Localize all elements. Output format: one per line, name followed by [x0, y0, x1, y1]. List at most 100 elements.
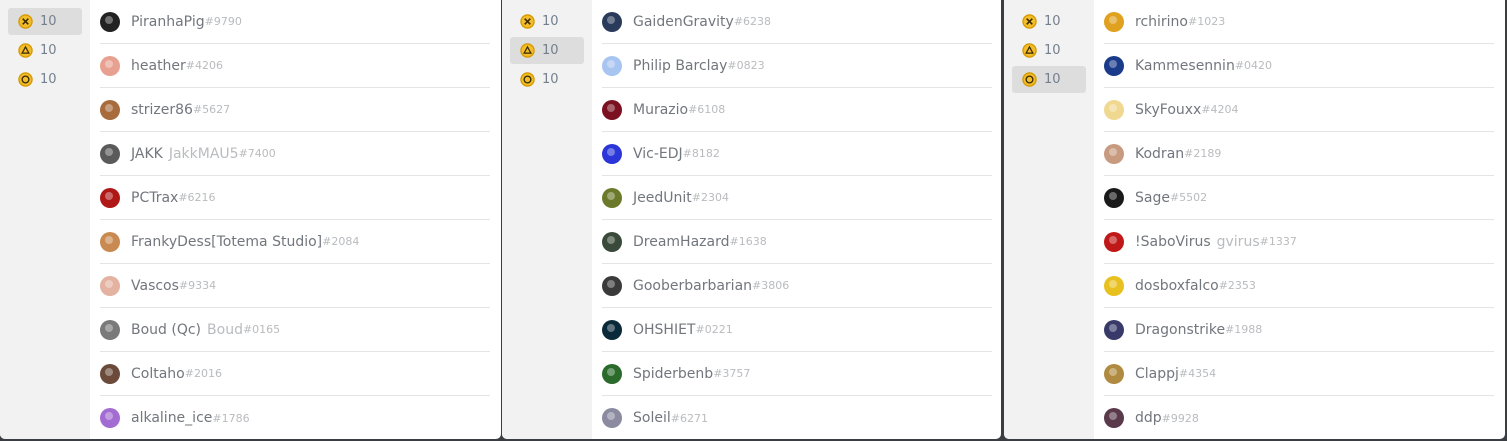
- user-name[interactable]: Gooberbarbarian: [633, 278, 752, 294]
- avatar[interactable]: [602, 11, 622, 32]
- user-name[interactable]: Murazio: [633, 102, 688, 118]
- user-name[interactable]: ddp: [1135, 410, 1162, 426]
- user-discriminator: #1337: [1259, 235, 1297, 248]
- user-name[interactable]: dosboxfalco: [1135, 278, 1219, 294]
- user-name[interactable]: heather: [131, 58, 186, 74]
- avatar[interactable]: [1104, 11, 1124, 32]
- reactor-row[interactable]: SkyFouxx #4204: [1104, 88, 1494, 132]
- user-name[interactable]: Kammesennin: [1135, 58, 1235, 74]
- reactor-row[interactable]: Coltaho #2016: [100, 352, 490, 396]
- avatar[interactable]: [1104, 231, 1124, 252]
- reactor-row[interactable]: JeedUnit #2304: [602, 176, 992, 220]
- reaction-tab-triangle-button[interactable]: 10: [1012, 37, 1086, 64]
- reactor-row[interactable]: !SaboVirus gvirus #1337: [1104, 220, 1494, 264]
- user-name[interactable]: GaidenGravity: [633, 14, 734, 30]
- reactor-row[interactable]: Dragonstrike #1988: [1104, 308, 1494, 352]
- avatar[interactable]: [100, 11, 120, 32]
- reactor-row[interactable]: dosboxfalco #2353: [1104, 264, 1494, 308]
- reactor-row[interactable]: Boud (Qc) Boud #0165: [100, 308, 490, 352]
- reaction-tab-cross-button[interactable]: 10: [8, 8, 82, 35]
- user-name[interactable]: JeedUnit: [633, 190, 692, 206]
- user-name[interactable]: JAKK: [131, 146, 163, 162]
- avatar[interactable]: [602, 363, 622, 384]
- user-name[interactable]: PiranhaPig: [131, 14, 205, 30]
- avatar[interactable]: [1104, 55, 1124, 76]
- avatar[interactable]: [1104, 187, 1124, 208]
- avatar[interactable]: [1104, 319, 1124, 340]
- reaction-tab-cross-button[interactable]: 10: [510, 8, 584, 35]
- avatar[interactable]: [100, 363, 120, 384]
- avatar[interactable]: [602, 143, 622, 164]
- avatar[interactable]: [602, 99, 622, 120]
- user-name[interactable]: Boud (Qc): [131, 322, 201, 338]
- user-name[interactable]: Clappj: [1135, 366, 1179, 382]
- avatar[interactable]: [1104, 143, 1124, 164]
- user-name[interactable]: !SaboVirus: [1135, 234, 1211, 250]
- avatar[interactable]: [100, 319, 120, 340]
- avatar[interactable]: [602, 187, 622, 208]
- avatar[interactable]: [100, 143, 120, 164]
- reactor-row[interactable]: Kodran #2189: [1104, 132, 1494, 176]
- reactor-row[interactable]: alkaline_ice #1786: [100, 396, 490, 439]
- user-name[interactable]: FrankyDess[Totema Studio]: [131, 234, 322, 250]
- reactor-row[interactable]: Philip Barclay #0823: [602, 44, 992, 88]
- user-name[interactable]: alkaline_ice: [131, 410, 212, 426]
- user-name[interactable]: SkyFouxx: [1135, 102, 1201, 118]
- avatar[interactable]: [100, 55, 120, 76]
- reactor-row[interactable]: Sage #5502: [1104, 176, 1494, 220]
- user-name[interactable]: strizer86: [131, 102, 193, 118]
- reactor-row[interactable]: Soleil #6271: [602, 396, 992, 439]
- reaction-tab-circle-button[interactable]: 10: [8, 66, 82, 93]
- reactor-row[interactable]: DreamHazard #1638: [602, 220, 992, 264]
- avatar[interactable]: [100, 231, 120, 252]
- avatar[interactable]: [1104, 99, 1124, 120]
- reactor-row[interactable]: rchirino #1023: [1104, 0, 1494, 44]
- reactor-row[interactable]: Spiderbenb #3757: [602, 352, 992, 396]
- reactor-row[interactable]: GaidenGravity #6238: [602, 0, 992, 44]
- reaction-tab-circle-button[interactable]: 10: [1012, 66, 1086, 93]
- reactor-row[interactable]: Gooberbarbarian #3806: [602, 264, 992, 308]
- reactor-row[interactable]: Kammesennin #0420: [1104, 44, 1494, 88]
- reaction-tab-circle-button[interactable]: 10: [510, 66, 584, 93]
- reactor-row[interactable]: strizer86 #5627: [100, 88, 490, 132]
- avatar[interactable]: [1104, 275, 1124, 296]
- avatar[interactable]: [602, 231, 622, 252]
- user-name[interactable]: Spiderbenb: [633, 366, 713, 382]
- reactor-row[interactable]: PCTrax #6216: [100, 176, 490, 220]
- reactor-row[interactable]: PiranhaPig #9790: [100, 0, 490, 44]
- reactor-row[interactable]: JAKK JakkMAU5 #7400: [100, 132, 490, 176]
- reactor-row[interactable]: ddp #9928: [1104, 396, 1494, 439]
- reactor-row[interactable]: Vic-EDJ #8182: [602, 132, 992, 176]
- reaction-tab-triangle-button[interactable]: 10: [8, 37, 82, 64]
- user-name[interactable]: Sage: [1135, 190, 1170, 206]
- reactor-row[interactable]: Clappj #4354: [1104, 352, 1494, 396]
- user-name[interactable]: Vic-EDJ: [633, 146, 683, 162]
- reactor-row[interactable]: Vascos #9334: [100, 264, 490, 308]
- avatar[interactable]: [100, 187, 120, 208]
- user-name[interactable]: Kodran: [1135, 146, 1184, 162]
- avatar[interactable]: [100, 99, 120, 120]
- reactor-row[interactable]: heather #4206: [100, 44, 490, 88]
- user-name[interactable]: rchirino: [1135, 14, 1188, 30]
- reaction-tab-triangle-button[interactable]: 10: [510, 37, 584, 64]
- avatar[interactable]: [602, 55, 622, 76]
- reactor-row[interactable]: OHSHIET #0221: [602, 308, 992, 352]
- reactor-row[interactable]: Murazio #6108: [602, 88, 992, 132]
- user-name[interactable]: Vascos: [131, 278, 179, 294]
- avatar[interactable]: [100, 408, 120, 428]
- user-name[interactable]: PCTrax: [131, 190, 178, 206]
- reactor-row[interactable]: FrankyDess[Totema Studio] #2084: [100, 220, 490, 264]
- avatar[interactable]: [100, 275, 120, 296]
- user-name[interactable]: Philip Barclay: [633, 58, 727, 74]
- reaction-tab-cross-button[interactable]: 10: [1012, 8, 1086, 35]
- user-name[interactable]: OHSHIET: [633, 322, 696, 338]
- avatar[interactable]: [602, 319, 622, 340]
- user-name[interactable]: Dragonstrike: [1135, 322, 1225, 338]
- avatar[interactable]: [602, 408, 622, 428]
- avatar[interactable]: [1104, 363, 1124, 384]
- user-name[interactable]: Soleil: [633, 410, 671, 426]
- avatar[interactable]: [1104, 408, 1124, 428]
- avatar[interactable]: [602, 275, 622, 296]
- user-name[interactable]: DreamHazard: [633, 234, 730, 250]
- user-name[interactable]: Coltaho: [131, 366, 185, 382]
